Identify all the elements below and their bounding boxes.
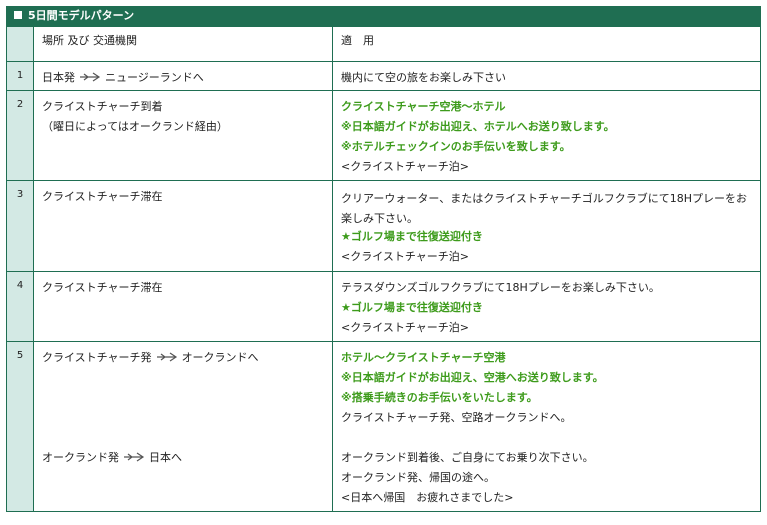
location-line: 日本発 ニュージーランドへ <box>42 70 324 90</box>
usage-line: <クライストチャーチ泊> <box>341 321 469 334</box>
location-cell: クライストチャーチ発 オークランドへ オークランド発 日本へ <box>33 341 333 512</box>
table-row: 4 クライストチャーチ滞在 テラスダウンズゴルフクラブにて18Hプレーをお楽しみ… <box>6 271 761 342</box>
header-usage: 適 用 <box>332 26 761 62</box>
schedule-panel: 5日間モデルパターン 場所 及び 交通機関 適 用 1 日本発 ニュージーランドへ… <box>6 6 761 512</box>
header-location-label: 場所 及び 交通機関 <box>42 34 137 47</box>
usage-line: ホテル〜クライストチャーチ空港 <box>341 351 506 364</box>
usage-line: オークランド到着後、ご自身にてお乗り次下さい。 <box>341 451 594 464</box>
row-number: 3 <box>6 180 34 272</box>
location-note: （曜日によってはオークランド経由） <box>42 120 228 133</box>
usage-line: クライストチャーチ発、空路オークランドへ。 <box>341 411 572 424</box>
usage-line: 機内にて空の旅をお楽しみ下さい <box>341 71 506 84</box>
header-num-cell <box>6 26 34 62</box>
location-from: 日本発 <box>42 71 75 84</box>
location-line: オークランド発 日本へ <box>42 450 324 470</box>
location-cell: クライストチャーチ到着 （曜日によってはオークランド経由） <box>33 90 333 181</box>
location-line: クライストチャーチ到着 <box>42 100 163 113</box>
row-number: 4 <box>6 271 34 342</box>
location-line: クライストチャーチ滞在 <box>42 190 163 203</box>
table-row: 1 日本発 ニュージーランドへ 機内にて空の旅をお楽しみ下さい <box>6 61 761 91</box>
usage-line: ※搭乗手続きのお手伝いをいたします。 <box>341 391 538 404</box>
usage-line: <クライストチャーチ泊> <box>341 250 469 263</box>
row-number: 2 <box>6 90 34 181</box>
usage-line: ★ゴルフ場まで往復送迎付き <box>341 301 483 314</box>
airplane-icon <box>124 452 145 462</box>
usage-line: ※日本語ガイドがお出迎え、空港へお送り致します。 <box>341 371 604 384</box>
usage-line: テラスダウンズゴルフクラブにて18Hプレーをお楽しみ下さい。 <box>341 281 660 294</box>
header-usage-label: 適 用 <box>341 34 374 47</box>
usage-cell: クリアーウォーター、またはクライストチャーチゴルフクラブにて18Hプレーをお楽し… <box>332 180 761 272</box>
header-row: 場所 及び 交通機関 適 用 <box>6 26 761 62</box>
location-from: オークランド発 <box>42 451 119 464</box>
table-row: 3 クライストチャーチ滞在 クリアーウォーター、またはクライストチャーチゴルフク… <box>6 180 761 272</box>
location-line: クライストチャーチ滞在 <box>42 281 163 294</box>
location-cell: 日本発 ニュージーランドへ <box>33 61 333 91</box>
usage-line: クリアーウォーター、またはクライストチャーチゴルフクラブにて18Hプレーをお楽し… <box>341 192 748 225</box>
square-bullet-icon <box>14 11 22 19</box>
usage-cell: テラスダウンズゴルフクラブにて18Hプレーをお楽しみ下さい。 ★ゴルフ場まで往復… <box>332 271 761 342</box>
usage-cell: 機内にて空の旅をお楽しみ下さい <box>332 61 761 91</box>
usage-line: ※日本語ガイドがお出迎え、ホテルへお送り致します。 <box>341 120 615 133</box>
table-row: 5 クライストチャーチ発 オークランドへ オークランド発 日本へ ホテル〜クライスト… <box>6 341 761 512</box>
page-title: 5日間モデルパターン <box>28 9 135 22</box>
usage-line: ★ゴルフ場まで往復送迎付き <box>341 230 483 243</box>
location-cell: クライストチャーチ滞在 <box>33 180 333 272</box>
usage-line: クライストチャーチ空港〜ホテル <box>341 100 506 113</box>
usage-cell: クライストチャーチ空港〜ホテル ※日本語ガイドがお出迎え、ホテルへお送り致します… <box>332 90 761 181</box>
airplane-icon <box>156 352 177 362</box>
usage-cell: ホテル〜クライストチャーチ空港 ※日本語ガイドがお出迎え、空港へお送り致します。… <box>332 341 761 512</box>
location-to: 日本へ <box>149 451 182 464</box>
usage-line: ※ホテルチェックインのお手伝いを致します。 <box>341 140 571 153</box>
usage-line: <クライストチャーチ泊> <box>341 160 469 173</box>
schedule-table: 場所 及び 交通機関 適 用 1 日本発 ニュージーランドへ 機内にて空の旅をお楽… <box>6 26 761 512</box>
location-from: クライストチャーチ発 <box>42 351 152 364</box>
table-row: 2 クライストチャーチ到着 （曜日によってはオークランド経由） クライストチャー… <box>6 90 761 181</box>
usage-line: オークランド発、帰国の途へ。 <box>341 471 495 484</box>
title-bar: 5日間モデルパターン <box>6 6 761 26</box>
location-to: オークランドへ <box>181 351 259 364</box>
location-to: ニュージーランドへ <box>105 71 204 84</box>
row-number: 1 <box>6 61 34 91</box>
header-location: 場所 及び 交通機関 <box>33 26 333 62</box>
location-cell: クライストチャーチ滞在 <box>33 271 333 342</box>
airplane-icon <box>80 72 101 82</box>
location-line: クライストチャーチ発 オークランドへ <box>42 350 324 370</box>
row-number: 5 <box>6 341 34 512</box>
usage-line: <日本へ帰国 お疲れさまでした> <box>341 491 514 504</box>
